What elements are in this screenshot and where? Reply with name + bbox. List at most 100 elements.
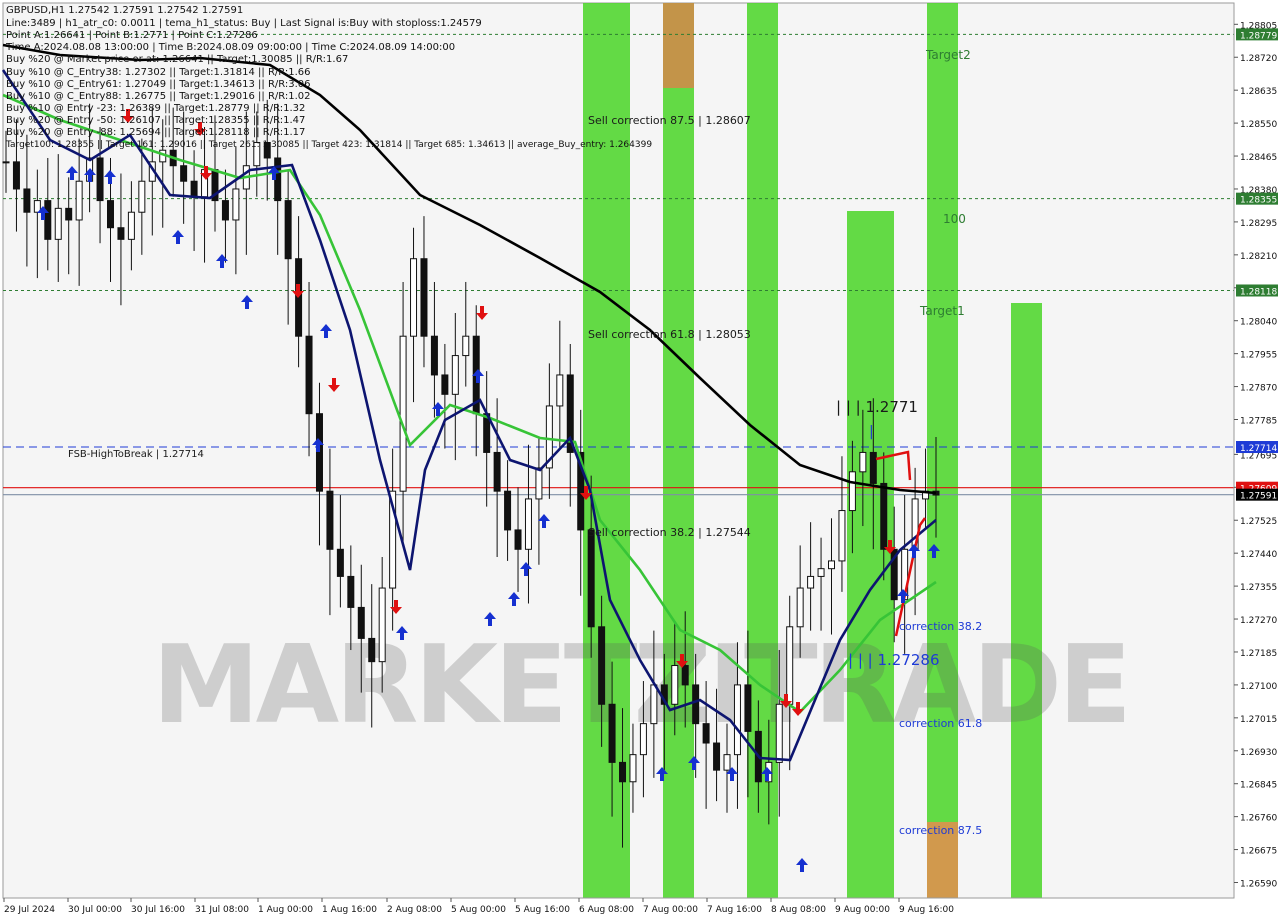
info-line-3: Time A:2024.08.08 13:00:00 | Time B:2024… <box>5 42 455 53</box>
candle-body <box>347 575 355 608</box>
target1-label: Target1 <box>919 304 965 318</box>
info-line-2: Point A:1.26641 | Point B:1.2771 | Point… <box>6 30 258 41</box>
candle-body <box>493 451 501 492</box>
price-tick-label: 1.27355 <box>1240 583 1277 593</box>
price-badge-label: 1.28779 <box>1240 31 1277 41</box>
time-tick-label: 2 Aug 08:00 <box>387 905 442 915</box>
candle-body <box>368 637 376 663</box>
candle-body <box>838 510 846 562</box>
candle-body <box>692 684 700 725</box>
chart: MARKETZITRADE Sell correction 87.5 | 1.2… <box>0 0 1280 920</box>
time-tick-label: 30 Jul 16:00 <box>131 905 185 915</box>
correction-618: correction 61.8 <box>899 717 982 730</box>
price-tick-label: 1.26760 <box>1240 814 1277 824</box>
candle-body <box>629 754 637 783</box>
candle-body <box>127 211 135 240</box>
candle-body <box>65 207 73 221</box>
candle-body <box>221 200 229 221</box>
candle-body <box>828 560 836 570</box>
candle-body <box>106 200 114 229</box>
time-tick-label: 7 Aug 16:00 <box>707 905 762 915</box>
time-tick-label: 30 Jul 00:00 <box>68 905 122 915</box>
time-tick-label: 31 Jul 08:00 <box>195 905 249 915</box>
zone-bar <box>847 211 894 898</box>
candle-body <box>556 374 564 407</box>
candle-body <box>378 587 386 663</box>
candle-body <box>504 490 512 531</box>
time-tick-label: 9 Aug 16:00 <box>899 905 954 915</box>
candle-body <box>869 451 877 484</box>
price-tick-label: 1.26675 <box>1240 847 1277 857</box>
price-tick-label: 1.28295 <box>1240 219 1277 229</box>
candle-body <box>430 335 438 376</box>
price-tick-label: 1.27015 <box>1240 715 1277 725</box>
time-tick-label: 6 Aug 08:00 <box>579 905 634 915</box>
candle-body <box>723 754 731 771</box>
candle-body <box>336 548 344 577</box>
candle-body <box>441 374 449 395</box>
candle-body <box>535 467 543 500</box>
info-line-7: Buy %10 @ C_Entry88: 1.26775 || Target:1… <box>6 91 311 102</box>
candle-body <box>410 258 418 337</box>
zone-bar <box>927 3 958 898</box>
candle-body <box>180 165 188 182</box>
candle-body <box>639 723 647 756</box>
time-tick-label: 8 Aug 08:00 <box>771 905 826 915</box>
info-line-4: Buy %20 @ Market price or at: 1.26641 ||… <box>6 54 348 65</box>
candle-body <box>462 335 470 357</box>
price-tick-label: 1.27185 <box>1240 649 1277 659</box>
time-tick-label: 5 Aug 00:00 <box>451 905 506 915</box>
candle-body <box>190 180 198 198</box>
candle-body <box>880 482 888 550</box>
candle-body <box>326 490 334 550</box>
time-tick-label: 29 Jul 2024 <box>4 905 55 915</box>
b-marker: | <box>869 424 874 440</box>
price-tick-label: 1.27270 <box>1240 616 1277 626</box>
candle-body <box>733 684 741 756</box>
candle-body <box>524 498 532 550</box>
sell-correction-618: Sell correction 61.8 | 1.28053 <box>588 328 751 341</box>
fsb-label: FSB-HighToBreak | 1.27714 <box>68 449 204 460</box>
zone-bar <box>663 3 694 898</box>
correction-875: correction 87.5 <box>899 824 982 837</box>
price-chart: MARKETZITRADE Sell correction 87.5 | 1.2… <box>0 0 1280 920</box>
price-tick-label: 1.28635 <box>1240 87 1277 97</box>
point-b-label: | | | 1.2771 <box>836 398 918 416</box>
candle-body <box>12 161 20 190</box>
time-tick-label: 1 Aug 16:00 <box>322 905 377 915</box>
candle-body <box>44 200 52 240</box>
price-tick-label: 1.26845 <box>1240 781 1277 791</box>
candle-body <box>713 742 721 771</box>
zone-bar <box>1011 303 1042 898</box>
time-tick-label: 5 Aug 16:00 <box>515 905 570 915</box>
candle-body <box>796 587 804 628</box>
candle-body <box>138 180 146 213</box>
candle-body <box>681 665 689 686</box>
candle-body <box>23 188 31 213</box>
price-badge-label: 1.28355 <box>1240 196 1277 206</box>
candle-body <box>54 207 62 240</box>
price-tick-label: 1.27525 <box>1240 517 1277 527</box>
candle-body <box>650 684 658 725</box>
candle-body <box>702 723 710 744</box>
price-tick-label: 1.28040 <box>1240 318 1277 328</box>
candle-body <box>117 227 125 240</box>
candle-body <box>775 703 783 763</box>
point-c-label: | | | 1.27286 <box>848 651 940 669</box>
price-tick-label: 1.28465 <box>1240 153 1277 163</box>
candle-body <box>295 258 303 337</box>
price-tick-label: 1.27870 <box>1240 384 1277 394</box>
candle-body <box>305 335 313 415</box>
candle-body <box>96 157 104 202</box>
candle-body <box>744 684 752 732</box>
zone-bar <box>747 3 778 898</box>
info-line-8: Buy %10 @ Entry -23: 1.26389 || Target:1… <box>6 103 305 114</box>
target100-label: 100 <box>943 212 966 226</box>
candle-body <box>2 161 10 164</box>
candle-body <box>399 335 407 492</box>
price-tick-label: 1.27785 <box>1240 417 1277 427</box>
price-tick-label: 1.28720 <box>1240 54 1277 64</box>
price-tick-label: 1.28210 <box>1240 252 1277 262</box>
zone-bar <box>663 3 694 88</box>
candle-body <box>671 665 679 705</box>
